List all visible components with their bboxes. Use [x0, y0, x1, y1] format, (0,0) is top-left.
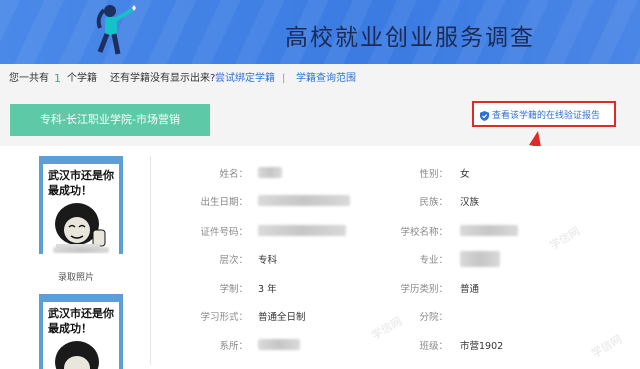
field-label-class: 班级： [419, 341, 448, 352]
field-value-birthdate-blurred [258, 195, 350, 206]
summary-suffix: 个学籍 [67, 73, 97, 84]
banner-illustration [88, 2, 138, 64]
meme-face-icon [55, 203, 106, 252]
banner-title: 高校就业创业服务调查 [285, 25, 535, 51]
field-value-gender: 女 [460, 169, 470, 180]
field-label-study-form: 学习形式： [200, 312, 248, 323]
field-label-level: 层次： [219, 255, 248, 266]
verify-report-button[interactable]: 查看该学籍的在线验证报告 [472, 101, 616, 127]
field-value-duration: 3 年 [258, 284, 277, 295]
account-summary-bar: 您一共有 1 个学籍 还有学籍没有显示出来? 尝试绑定学籍 | 学籍查询范围 [0, 64, 640, 95]
field-label-duration: 学制： [219, 284, 248, 295]
query-scope-link[interactable]: 学籍查询范围 [296, 64, 356, 94]
field-label-school: 学校名称： [400, 227, 448, 238]
verify-report-label: 查看该学籍的在线验证报告 [492, 111, 601, 121]
field-value-department-blurred [258, 339, 300, 350]
record-count: 1 [54, 72, 61, 85]
link-separator: | [282, 73, 286, 84]
field-label-id-number: 证件号码： [200, 227, 248, 238]
field-value-school-blurred [460, 225, 518, 236]
field-value-id-blurred [258, 225, 346, 236]
photo-meme-text: 武汉市还是你最成功！ [48, 169, 114, 197]
field-label-name: 姓名： [219, 169, 248, 180]
photo-blurred-text [53, 247, 109, 253]
tab-record[interactable]: 专科-长江职业学院-市场营销 [10, 104, 210, 136]
field-label-gender: 性别： [419, 169, 448, 180]
header-banner: 高校就业创业服务调查 [0, 0, 640, 64]
field-value-level: 专科 [258, 255, 278, 266]
field-label-ethnicity: 民族： [419, 197, 448, 208]
field-value-name-blurred [258, 167, 282, 178]
field-value-ethnicity: 汉族 [460, 197, 480, 208]
shield-icon [480, 110, 489, 121]
photo-meme-text-2: 武汉市还是你最成功！ [48, 307, 114, 335]
missing-record-question: 还有学籍没有显示出来? [110, 73, 216, 84]
panel-divider [150, 156, 151, 365]
meme-face-icon [55, 341, 99, 369]
field-value-class: 市营1902 [460, 341, 504, 352]
field-label-department: 系所： [219, 341, 248, 352]
admission-photo: 武汉市还是你最成功！ [39, 156, 123, 254]
field-value-major-blurred [460, 251, 500, 267]
field-value-study-form: 普通全日制 [258, 312, 306, 323]
field-value-degree-type: 普通 [460, 284, 480, 295]
summary-prefix: 您一共有 [9, 73, 49, 84]
bind-record-link[interactable]: 尝试绑定学籍 [215, 64, 275, 94]
second-photo: 武汉市还是你最成功！ [39, 294, 123, 369]
field-label-degree-type: 学历类别： [400, 284, 448, 295]
field-label-birthdate: 出生日期： [200, 197, 248, 208]
field-label-major: 专业： [419, 255, 448, 266]
photo-caption: 录取照片 [58, 273, 95, 283]
